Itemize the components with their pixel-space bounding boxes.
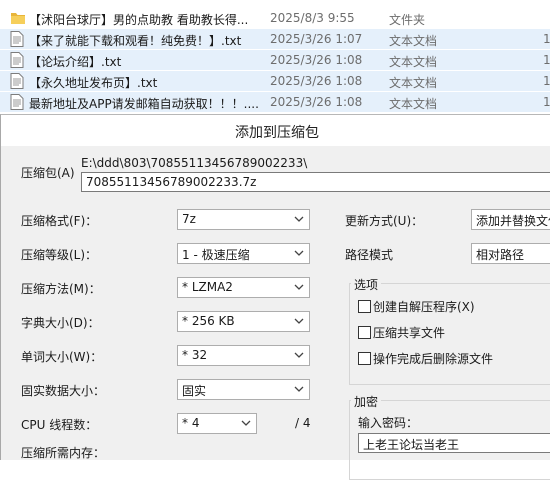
file-size: 1 (543, 32, 550, 46)
text-file-icon (10, 31, 24, 47)
dialog-body: 压缩包(A) E:\ddd\803\70855113456789002233\ … (1, 146, 550, 480)
cpu-threads-select[interactable]: * 4 (177, 413, 257, 434)
method-select[interactable]: * LZMA2 (177, 277, 310, 298)
dialog-titlebar[interactable]: 添加到压缩包 (1, 115, 550, 146)
format-value: 7z (182, 212, 196, 226)
file-date: 2025/3/26 1:08 (270, 53, 363, 67)
file-size: 1 (543, 74, 550, 88)
shared-label[interactable]: 压缩共享文件 (373, 324, 445, 341)
file-size: 1 (543, 95, 550, 109)
file-type: 文件夹 (389, 13, 426, 27)
file-type: 文本文档 (389, 97, 438, 111)
file-type: 文本文档 (389, 55, 438, 69)
method-value: * LZMA2 (182, 280, 233, 294)
folder-icon (10, 10, 25, 26)
level-select[interactable]: 1 - 极速压缩 (177, 243, 310, 264)
path-mode-label: 路径模式 (345, 248, 394, 262)
word-select[interactable]: * 32 (177, 345, 310, 366)
format-select[interactable]: 7z (177, 209, 310, 230)
sfx-checkbox[interactable] (358, 300, 371, 313)
dict-label: 字典大小(D)： (21, 316, 100, 330)
chevron-down-icon (241, 420, 251, 426)
add-to-archive-dialog: 添加到压缩包 压缩包(A) E:\ddd\803\708551134567890… (0, 114, 550, 480)
chevron-down-icon (294, 250, 304, 256)
chevron-down-icon (294, 352, 304, 358)
file-size: 1 (543, 53, 550, 67)
solid-select[interactable]: 固实 (177, 379, 310, 400)
archive-path: E:\ddd\803\70855113456789002233\ (81, 156, 308, 170)
word-label: 单词大小(W)： (21, 350, 103, 364)
file-row[interactable]: 【论坛介绍】.txt 2025/3/26 1:08 文本文档 1 (0, 50, 550, 70)
file-date: 2025/3/26 1:07 (270, 32, 363, 46)
method-label: 压缩方法(M)： (21, 282, 101, 296)
word-value: * 32 (182, 348, 208, 362)
file-row[interactable]: 【来了就能下载和观看！纯免费！】.txt 2025/3/26 1:07 文本文档… (0, 29, 550, 49)
file-name: 【沭阳台球厅】男的点助教 看助教长得... (29, 13, 249, 27)
text-file-icon (10, 52, 24, 68)
solid-label: 固实数据大小： (21, 384, 106, 398)
password-input[interactable]: 上老王论坛当老王 (358, 433, 550, 453)
level-value: 1 - 极速压缩 (182, 248, 250, 262)
file-row[interactable]: 【沭阳台球厅】男的点助教 看助教长得... 2025/8/3 9:55 文件夹 (0, 8, 550, 28)
path-mode-select[interactable]: 相对路径 (471, 243, 550, 264)
text-file-icon (10, 94, 24, 110)
chevron-down-icon (294, 318, 304, 324)
file-name: 【来了就能下载和观看！纯免费！】.txt (29, 34, 242, 48)
path-mode-value: 相对路径 (476, 248, 525, 262)
level-label: 压缩等级(L)： (21, 248, 98, 262)
format-label: 压缩格式(F)： (21, 214, 98, 228)
chevron-down-icon (294, 216, 304, 222)
chevron-down-icon (294, 386, 304, 392)
update-mode-value: 添加并替换文件 (476, 214, 550, 228)
file-name: 最新地址及APP请发邮箱自动获取！！！.... (29, 97, 259, 111)
update-mode-label: 更新方式(U)： (345, 214, 424, 228)
cpu-value: * 4 (182, 416, 200, 430)
encryption-title: 加密 (351, 393, 382, 410)
update-mode-select[interactable]: 添加并替换文件 (471, 209, 550, 230)
cpu-label: CPU 线程数： (21, 418, 98, 432)
dict-select[interactable]: * 256 KB (177, 311, 310, 332)
file-type: 文本文档 (389, 76, 438, 90)
file-name: 【论坛介绍】.txt (29, 55, 122, 69)
cpu-total: / 4 (295, 416, 311, 430)
archive-label: 压缩包(A) (21, 166, 75, 180)
solid-value: 固实 (182, 384, 207, 398)
file-row[interactable]: 【永久地址发布页】.txt 2025/3/26 1:08 文本文档 1 (0, 71, 550, 91)
archive-name-input[interactable]: 70855113456789002233.7z (81, 172, 550, 192)
file-row[interactable]: 最新地址及APP请发邮箱自动获取！！！.... 2025/3/26 1:08 文… (0, 92, 550, 112)
chevron-down-icon (294, 284, 304, 290)
options-title: 选项 (351, 276, 382, 293)
text-file-icon (10, 73, 24, 89)
file-date: 2025/3/26 1:08 (270, 95, 363, 109)
password-label: 输入密码： (358, 416, 419, 430)
file-type: 文本文档 (389, 34, 438, 48)
sfx-label[interactable]: 创建自解压程序(X) (373, 298, 475, 315)
file-name: 【永久地址发布页】.txt (29, 76, 158, 90)
delete-source-checkbox[interactable] (358, 352, 371, 365)
dict-value: * 256 KB (182, 314, 235, 328)
file-date: 2025/8/3 9:55 (270, 11, 355, 25)
file-date: 2025/3/26 1:08 (270, 74, 363, 88)
shared-checkbox[interactable] (358, 326, 371, 339)
dialog-title: 添加到压缩包 (235, 125, 319, 141)
delete-source-label[interactable]: 操作完成后删除源文件 (373, 350, 493, 367)
